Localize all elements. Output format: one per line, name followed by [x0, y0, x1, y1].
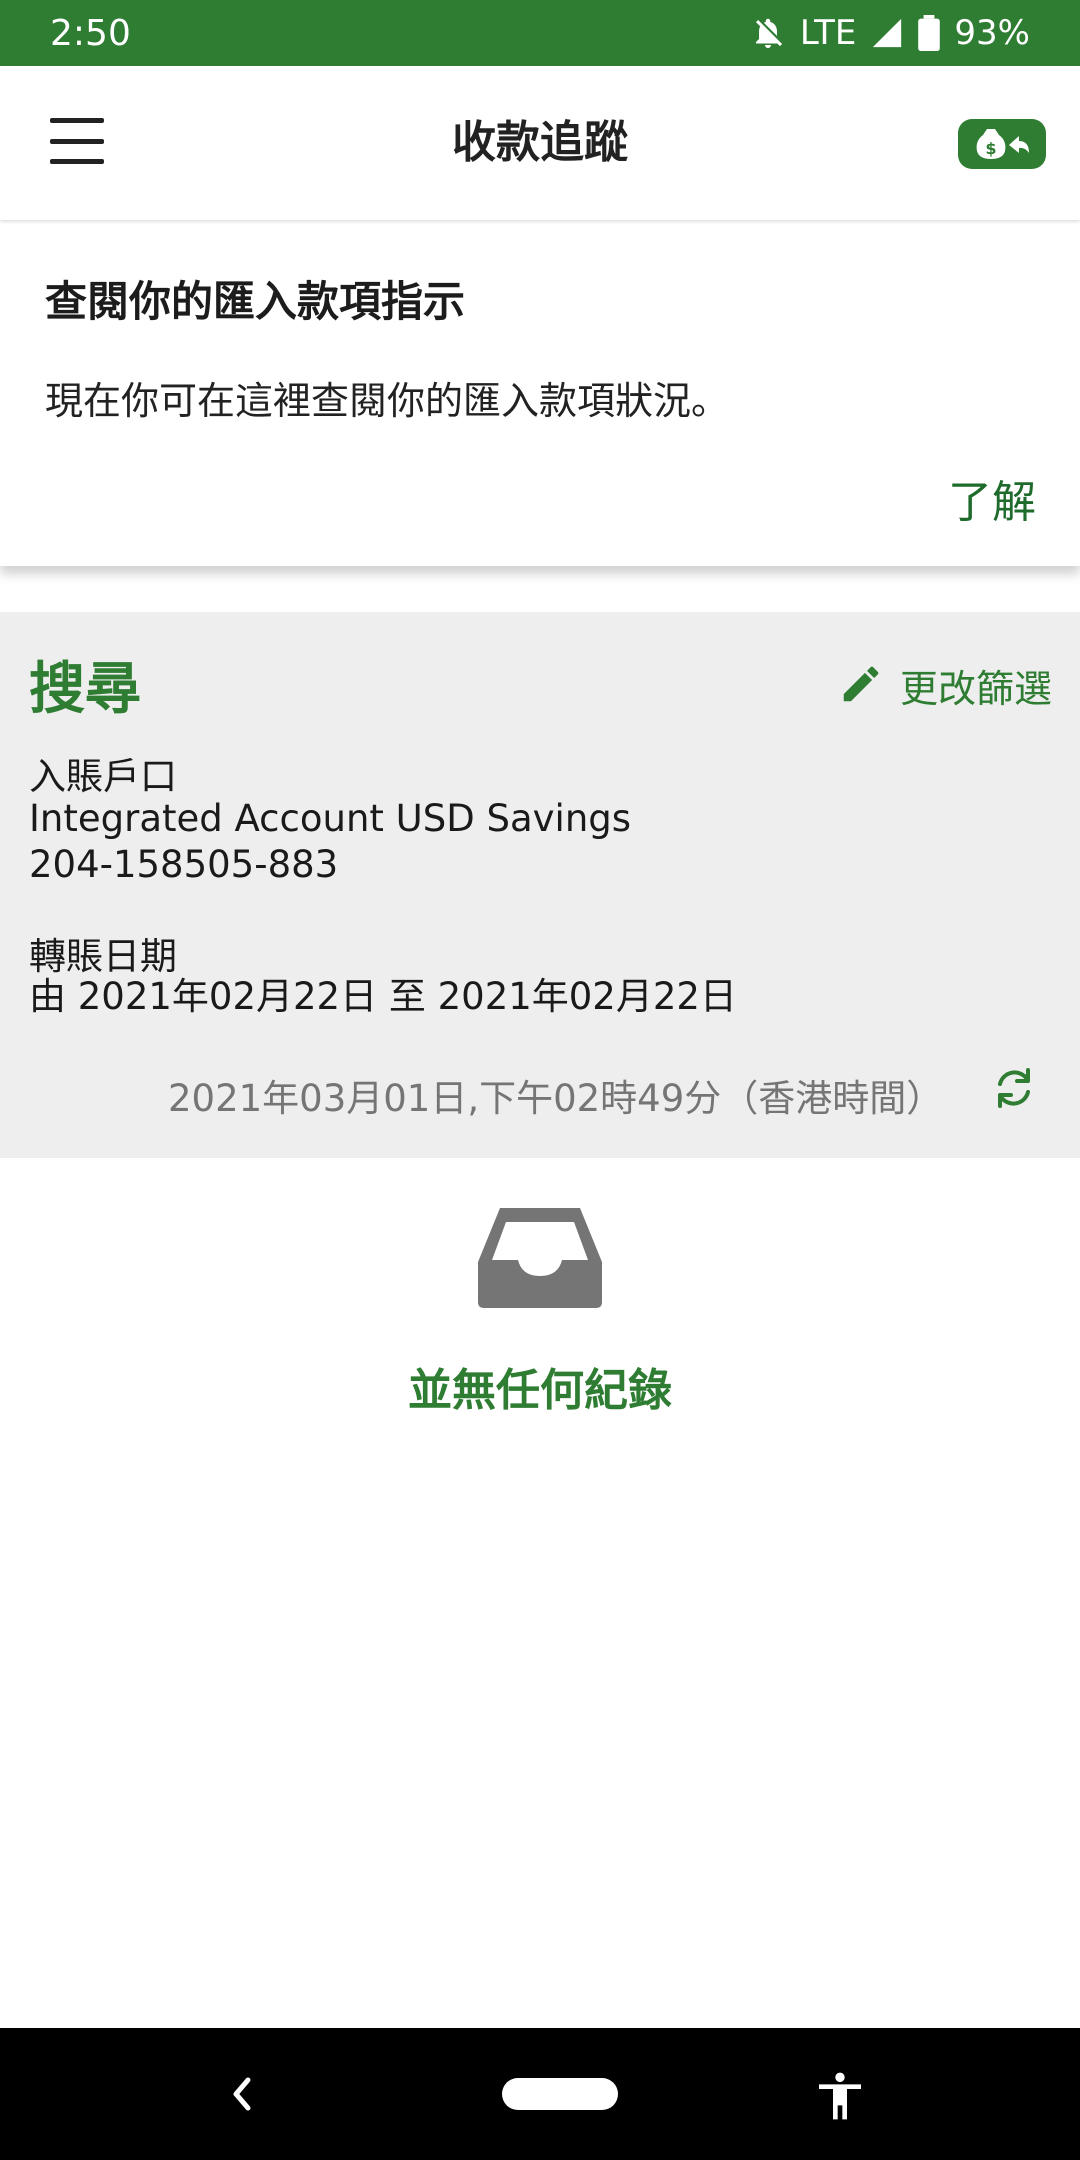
date-range: 由 2021年02月22日 至 2021年02月22日	[29, 975, 737, 1018]
empty-state-text: 並無任何紀錄	[408, 1365, 672, 1416]
network-type: LTE	[799, 13, 857, 53]
status-bar: 2:50 LTE 93%	[0, 0, 1080, 66]
got-it-button[interactable]: 了解	[948, 466, 1036, 530]
inbox-tray-icon	[474, 1204, 606, 1310]
system-nav-bar	[0, 2028, 1080, 2160]
page-title: 收款追蹤	[452, 117, 628, 168]
info-card-title: 查閱你的匯入款項指示	[45, 277, 466, 326]
back-icon[interactable]	[222, 2072, 262, 2116]
account-number: 204-158505-883	[29, 843, 339, 886]
svg-text:$: $	[985, 139, 996, 158]
battery-level: 93%	[954, 13, 1030, 53]
accessibility-icon[interactable]	[812, 2068, 868, 2124]
home-button[interactable]	[502, 2078, 618, 2110]
pencil-icon	[838, 661, 884, 711]
money-bag-return-icon[interactable]: $	[958, 119, 1046, 169]
status-time: 2:50	[50, 12, 131, 54]
date-label: 轉賬日期	[29, 935, 177, 978]
app-bar: 收款追蹤 $	[0, 66, 1080, 220]
search-heading: 搜尋	[29, 657, 141, 722]
refresh-icon[interactable]	[990, 1064, 1038, 1112]
account-name: Integrated Account USD Savings	[29, 797, 632, 840]
notifications-off-icon	[750, 15, 786, 51]
status-icons: LTE 93%	[750, 13, 1030, 53]
edit-filter-label: 更改篩選	[899, 667, 1052, 711]
edit-filter-button[interactable]: 更改篩選	[838, 658, 1052, 713]
signal-icon	[870, 16, 904, 50]
info-card: 查閱你的匯入款項指示 現在你可在這裡查閱你的匯入款項狀況。 了解	[0, 220, 1080, 566]
battery-icon	[918, 15, 941, 51]
last-updated-timestamp: 2021年03月01日,下午02時49分（香港時間）	[168, 1077, 944, 1120]
info-card-text: 現在你可在這裡查閱你的匯入款項狀況。	[45, 379, 730, 423]
account-label: 入賬戶口	[29, 755, 177, 798]
search-section: 搜尋 更改篩選 入賬戶口 Integrated Account USD Savi…	[0, 612, 1080, 1158]
